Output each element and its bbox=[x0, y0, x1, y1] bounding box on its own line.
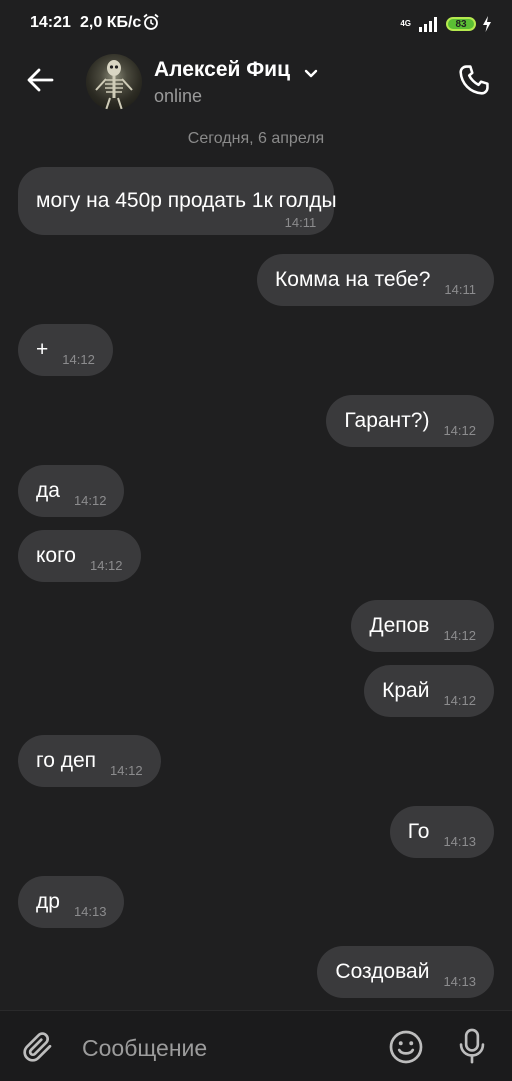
microphone-icon[interactable] bbox=[454, 1027, 490, 1065]
message-bubble-incoming[interactable]: + 14:12 bbox=[18, 324, 113, 376]
message-bubble-outgoing[interactable]: Комма на тебе? 14:11 bbox=[257, 254, 494, 306]
message-time: 14:12 bbox=[443, 692, 476, 708]
message-text: Край bbox=[382, 679, 430, 702]
message-text: Комма на тебе? bbox=[275, 268, 431, 291]
message-text: + bbox=[36, 338, 49, 361]
message-text: го деп bbox=[36, 749, 97, 772]
status-network-speed: 2,0 КБ/с bbox=[80, 14, 142, 31]
date-separator: Сегодня, 6 апреля bbox=[187, 130, 325, 147]
signal-icon bbox=[419, 17, 437, 32]
message-time: 14:13 bbox=[73, 903, 107, 919]
back-button[interactable] bbox=[22, 62, 58, 98]
message-time: 14:11 bbox=[444, 281, 476, 297]
message-time: 14:12 bbox=[89, 557, 123, 573]
phone-icon bbox=[459, 65, 489, 95]
avatar[interactable] bbox=[86, 54, 142, 110]
message-bubble-outgoing[interactable]: Край 14:12 bbox=[364, 665, 494, 717]
chat-header: Алексей Фиц online bbox=[0, 48, 512, 120]
message-bubble-outgoing[interactable]: Го 14:13 bbox=[389, 806, 494, 858]
battery-icon: 83 bbox=[446, 17, 476, 31]
message-composer bbox=[0, 1010, 512, 1081]
message-text: Гарант?) bbox=[344, 409, 430, 432]
message-bubble-incoming[interactable]: могу на 450р продать 1к голды 14:11 bbox=[18, 167, 337, 235]
network-type-label: 4G bbox=[400, 19, 411, 28]
message-time: 14:12 bbox=[62, 351, 95, 367]
attach-icon[interactable] bbox=[20, 1029, 56, 1065]
call-button[interactable] bbox=[454, 60, 494, 100]
charging-icon bbox=[483, 16, 491, 32]
battery-level: 83 bbox=[455, 18, 467, 30]
skeleton-avatar-image bbox=[95, 60, 133, 110]
message-time: 14:13 bbox=[443, 973, 476, 989]
message-bubble-incoming[interactable]: да 14:12 bbox=[18, 465, 125, 517]
back-arrow-icon bbox=[27, 68, 54, 92]
message-time: 14:12 bbox=[73, 492, 107, 508]
message-bubble-outgoing[interactable]: Создовай 14:13 bbox=[317, 946, 494, 998]
message-time: 14:12 bbox=[443, 627, 476, 643]
status-time: 14:21 bbox=[30, 14, 71, 31]
contact-status: online bbox=[154, 86, 203, 106]
message-text: Депов bbox=[369, 614, 430, 637]
emoji-icon[interactable] bbox=[388, 1029, 424, 1065]
alarm-icon bbox=[143, 13, 159, 30]
message-bubble-outgoing[interactable]: Депов 14:12 bbox=[351, 600, 494, 652]
message-bubble-incoming[interactable]: го деп 14:12 bbox=[18, 735, 161, 787]
status-bar: 14:21 2,0 КБ/с 4G 83 bbox=[0, 0, 512, 48]
message-text: могу на 450р продать 1к голды bbox=[36, 189, 337, 212]
message-bubble-incoming[interactable]: кого 14:12 bbox=[18, 530, 141, 582]
status-right-group: 4G 83 bbox=[400, 14, 492, 34]
message-time: 14:12 bbox=[110, 762, 143, 778]
message-text: др bbox=[36, 890, 60, 913]
message-text: Го bbox=[407, 820, 430, 843]
message-bubble-outgoing[interactable]: Гарант?) 14:12 bbox=[326, 395, 494, 447]
message-text: да bbox=[36, 479, 60, 502]
chevron-down-icon[interactable] bbox=[302, 64, 320, 82]
message-time: 14:12 bbox=[443, 422, 476, 438]
contact-name[interactable]: Алексей Фиц bbox=[154, 58, 290, 82]
message-time: 14:13 bbox=[443, 833, 476, 849]
message-time: 14:11 bbox=[284, 214, 317, 230]
message-input[interactable] bbox=[82, 1031, 372, 1065]
message-text: Создовай bbox=[335, 960, 430, 983]
message-text: кого bbox=[36, 544, 76, 567]
message-bubble-incoming[interactable]: др 14:13 bbox=[18, 876, 125, 928]
